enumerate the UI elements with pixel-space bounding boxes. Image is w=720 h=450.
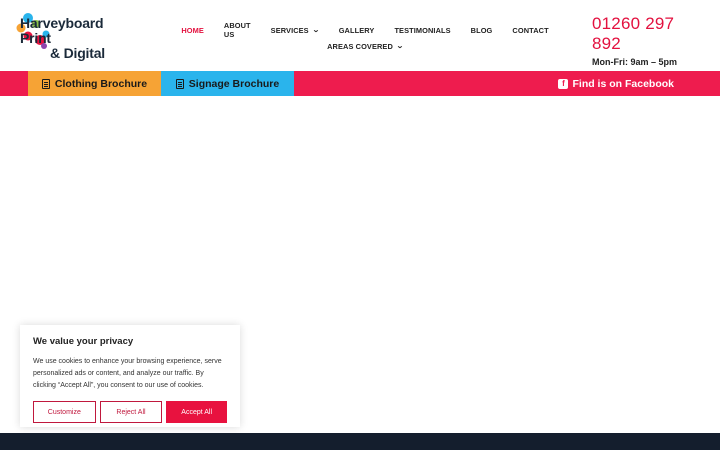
nav-services[interactable]: SERVICES ⌄: [261, 24, 329, 36]
main-nav: HOME ABOUT US SERVICES ⌄ GALLERY TESTIMON…: [181, 21, 548, 52]
chevron-down-icon: ⌄: [311, 27, 320, 34]
document-icon: [175, 78, 184, 89]
logo-text-line1: Harveyboard Print: [20, 15, 104, 46]
site-footer: [0, 433, 720, 450]
site-logo[interactable]: Harveyboard Print & Digital: [16, 8, 136, 61]
cookie-text: We use cookies to enhance your browsing …: [33, 358, 222, 389]
accept-all-button[interactable]: Accept All: [166, 401, 228, 423]
reject-all-button[interactable]: Reject All: [99, 401, 163, 423]
contact-info: 01260 297 892 Mon-Fri: 9am – 5pm: [592, 14, 702, 67]
phone-number[interactable]: 01260 297 892: [592, 14, 702, 54]
facebook-icon: f: [558, 78, 569, 89]
nav-gallery[interactable]: GALLERY: [329, 24, 385, 36]
brochure-bar: Clothing Brochure Signage Brochure f Fin…: [0, 71, 720, 96]
nav-about-us[interactable]: ABOUT US: [214, 21, 261, 39]
signage-brochure-label: Signage Brochure: [188, 77, 280, 90]
site-header: Harveyboard Print & Digital HOME ABOUT U…: [0, 0, 720, 71]
nav-blog[interactable]: BLOG: [461, 24, 503, 36]
customize-button[interactable]: Customize: [33, 401, 96, 423]
facebook-link-label: Find is on Facebook: [572, 77, 674, 90]
signage-brochure-button[interactable]: Signage Brochure: [161, 71, 294, 96]
facebook-link[interactable]: f Find is on Facebook: [558, 71, 674, 96]
nav-services-label: SERVICES: [270, 25, 309, 35]
document-icon: [41, 78, 50, 89]
nav-areas-covered-label: AREAS COVERED: [327, 41, 393, 51]
cookie-consent-banner: We value your privacy We use cookies to …: [20, 325, 240, 427]
nav-areas-covered[interactable]: AREAS COVERED ⌄: [317, 40, 413, 52]
clothing-brochure-label: Clothing Brochure: [54, 77, 148, 90]
clothing-brochure-button[interactable]: Clothing Brochure: [28, 71, 161, 96]
nav-home[interactable]: HOME: [171, 24, 214, 36]
nav-contact[interactable]: CONTACT: [502, 24, 558, 36]
cookie-title: We value your privacy: [33, 336, 134, 347]
chevron-down-icon: ⌄: [396, 43, 404, 50]
logo-text-line2: & Digital: [50, 45, 105, 61]
opening-hours: Mon-Fri: 9am – 5pm: [592, 57, 678, 67]
nav-testimonials[interactable]: TESTIMONIALS: [384, 24, 460, 36]
